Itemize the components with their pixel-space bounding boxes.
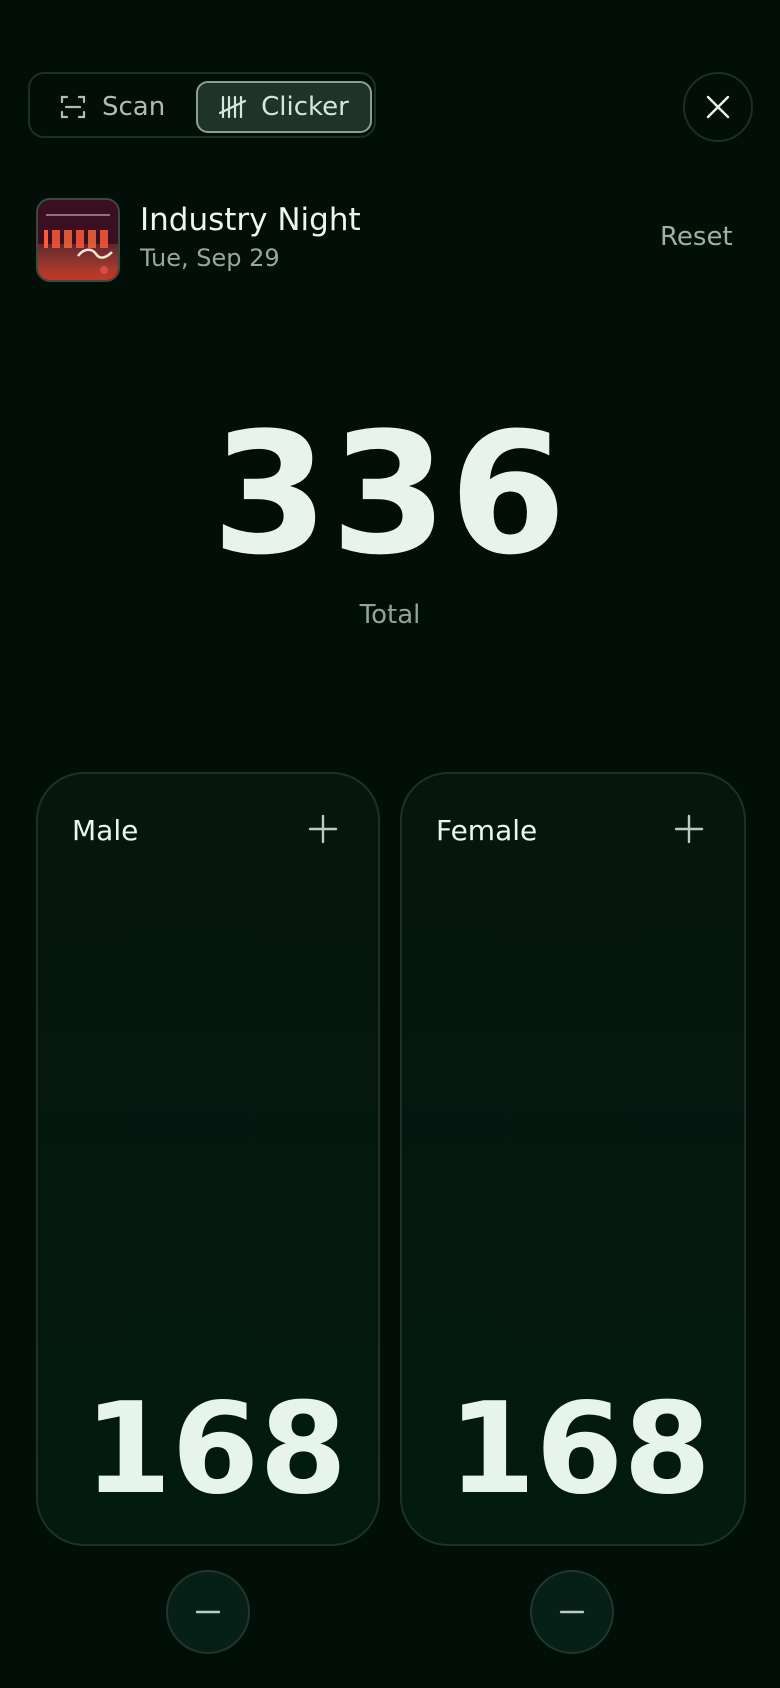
tally-marks-icon	[219, 95, 247, 119]
total-label: Total	[359, 600, 421, 630]
event-poster-image	[38, 200, 118, 280]
total-count: 336	[211, 396, 569, 592]
scan-tab[interactable]: Scan	[60, 82, 165, 132]
close-icon	[706, 95, 730, 119]
female-counter-card[interactable]: Female 168	[400, 772, 746, 1546]
event-thumbnail	[36, 198, 120, 282]
plus-icon	[674, 814, 704, 844]
scan-frame-icon	[60, 95, 86, 119]
male-counter-label: Male	[72, 814, 139, 847]
male-increment-button[interactable]	[308, 814, 338, 844]
event-date: Tue, Sep 29	[140, 244, 280, 272]
female-decrement-button[interactable]	[530, 1570, 614, 1654]
male-count: 168	[84, 1375, 348, 1522]
female-increment-button[interactable]	[674, 814, 704, 844]
mode-switch: Scan Clicker	[28, 72, 376, 138]
close-button[interactable]	[683, 72, 753, 142]
plus-icon	[308, 814, 338, 844]
clicker-tab-label: Clicker	[261, 92, 349, 122]
reset-button[interactable]: Reset	[660, 222, 733, 252]
male-counter-card[interactable]: Male 168	[36, 772, 380, 1546]
minus-icon	[559, 1610, 585, 1614]
male-decrement-button[interactable]	[166, 1570, 250, 1654]
scan-tab-label: Scan	[102, 92, 166, 122]
female-count: 168	[448, 1375, 712, 1522]
clicker-tab[interactable]: Clicker	[196, 81, 372, 133]
minus-icon	[195, 1610, 221, 1614]
event-title: Industry Night	[140, 202, 361, 238]
female-counter-label: Female	[436, 814, 538, 847]
